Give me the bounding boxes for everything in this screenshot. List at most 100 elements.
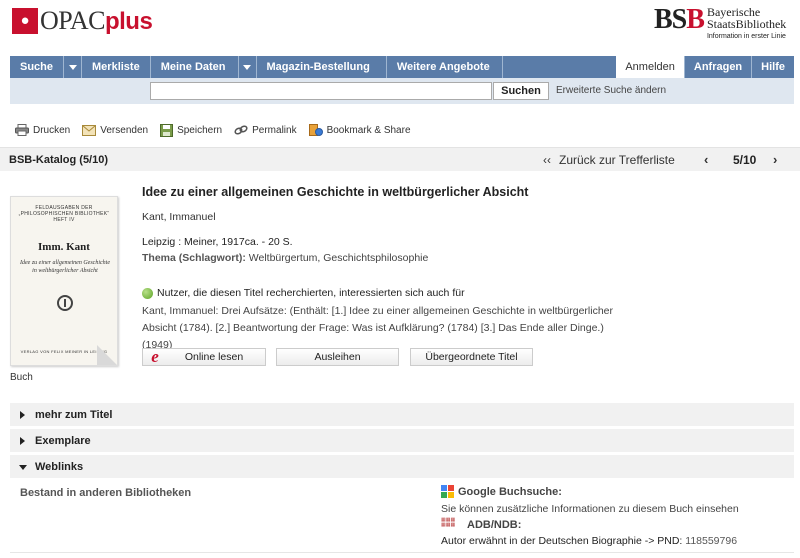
nav-weitere-label: Weitere Angebote [396,61,490,73]
recommendation-dot-icon [142,287,153,299]
google-books-title: Google Buchsuche: [458,485,562,498]
nav-hilfe-label: Hilfe [761,61,785,73]
subject-label: Thema (Schlagwort): [142,252,246,264]
envelope-icon [82,124,97,136]
nav-anfragen-label: Anfragen [693,61,743,73]
google-books-description: Sie können zusätzliche Informationen zu … [441,503,739,515]
pnd-number[interactable]: 118559796 [685,535,737,547]
record-imprint: Leipzig : Meiner, 1917ca. - 20 S. [142,236,293,248]
accordion-weblinks-label: Weblinks [35,461,84,473]
record-title: Idee zu einer allgemeinen Geschichte in … [142,185,529,199]
double-chevron-left-icon: ‹‹ [543,153,551,167]
nav-anmelden-label: Anmelden [625,61,675,73]
bookmark-share-label: Bookmark & Share [326,124,411,136]
next-record-chevron-icon[interactable]: › [773,152,777,167]
section-divider [10,552,794,553]
permalink-label: Permalink [252,124,297,136]
opacplus-logo[interactable]: ● OPACplus [12,5,153,35]
print-label: Drucken [33,124,71,136]
advanced-search-link[interactable]: Erweiterte Suche ändern [556,85,666,96]
deutsche-biographie-icon: ▦▦▦ ▦▦▦ [441,517,456,528]
recommendation-item[interactable]: Kant, Immanuel: Drei Aufsätze: (Enthält:… [142,303,622,354]
previous-record-chevron-icon[interactable]: ‹ [704,152,708,167]
opac-logo-mark-icon: ● [12,8,38,34]
cover-author-text: Imm. Kant [38,241,90,253]
cover-series-text: FELDAUSGABEN DER „PHILOSOPHISCHEN BIBLIO… [18,205,110,223]
google-books-icon [441,485,454,498]
back-to-results-link[interactable]: ‹‹ Zurück zur Trefferliste [543,153,675,167]
holdings-other-libraries-link[interactable]: Bestand in anderen Bibliotheken [20,487,191,499]
bsb-logo[interactable]: BSB Bayerische StaatsBibliothek Informat… [654,6,786,42]
back-to-results-label: Zurück zur Trefferliste [559,153,675,167]
accordion-copies-label: Exemplare [35,435,91,447]
bsb-logo-text: Bayerische StaatsBibliothek Information … [707,6,786,42]
adb-ndb-title: ADB/NDB: [467,519,522,531]
accordion-more-label: mehr zum Titel [35,409,113,421]
save-button[interactable]: Speichern [160,123,223,137]
nav-meine-daten-label: Meine Daten [160,61,226,73]
save-disk-icon [160,123,174,137]
bsb-name-line2: StaatsBibliothek [706,17,787,31]
bsb-logo-mark: BSB [654,4,705,35]
recommendations-heading: Nutzer, die diesen Titel recherchierten,… [142,287,465,299]
nav-suche[interactable]: Suche [10,56,83,78]
nav-suche-label: Suche [20,61,54,73]
e-media-icon: e [151,347,159,366]
record-pager: 5/10 [733,153,757,167]
printer-icon [15,124,29,136]
recommendations-heading-text: Nutzer, die diesen Titel recherchierten,… [157,287,465,299]
bookmark-share-button[interactable]: Bookmark & Share [308,123,411,137]
permalink-button[interactable]: Permalink [234,124,297,136]
page-curl-icon [97,345,117,365]
save-label: Speichern [177,124,223,136]
link-chain-icon [234,125,248,135]
triangle-right-icon [20,437,25,445]
accordion-more-about-title[interactable]: mehr zum Titel [10,402,794,426]
adb-ndb-description-text: Autor erwähnt in der Deutschen Biographi… [441,535,683,547]
bsb-tagline: Information in erster Linie [706,33,786,40]
record-toolbar: Drucken Versenden Speichern Permalink Bo… [15,122,423,138]
search-input[interactable] [150,82,492,100]
search-bar: Suchen Erweiterte Suche ändern [10,78,794,104]
nav-merkliste-label: Merkliste [92,61,140,73]
nav-anfragen[interactable]: Anfragen [683,56,751,78]
nav-merkliste[interactable]: Merkliste [82,56,151,78]
chevron-down-icon[interactable] [63,56,81,78]
media-type-label: Buch [10,372,33,383]
nav-anmelden[interactable]: Anmelden [616,56,684,78]
send-button[interactable]: Versenden [82,124,149,136]
online-read-label: Online lesen [184,351,244,363]
record-author[interactable]: Kant, Immanuel [142,211,216,223]
nav-hilfe[interactable]: Hilfe [751,56,794,78]
publisher-emblem-icon [57,295,73,311]
accordion-copies[interactable]: Exemplare [10,428,794,452]
triangle-right-icon [20,411,25,419]
subject-value[interactable]: Weltbürgertum, Geschichtsphilosophie [249,252,429,264]
nav-meine-daten[interactable]: Meine Daten [151,56,257,78]
search-button[interactable]: Suchen [493,82,549,100]
site-header: ● OPACplus BSB Bayerische StaatsBiblioth… [0,0,800,52]
chevron-down-icon[interactable] [237,56,256,78]
recommendation-line-1: Kant, Immanuel: Drei Aufsätze: (Enthält:… [142,305,613,317]
send-label: Versenden [100,124,149,136]
print-button[interactable]: Drucken [15,124,70,136]
loan-button[interactable]: Ausleihen [276,348,399,366]
online-read-button[interactable]: e Online lesen [142,348,266,366]
record-subject: Thema (Schlagwort): Weltbürgertum, Gesch… [142,252,428,264]
adb-ndb-description: Autor erwähnt in der Deutschen Biographi… [441,535,737,547]
adb-ndb-link[interactable]: ▦▦▦ ▦▦▦ ADB/NDB: [441,518,521,532]
opacplus-logo-text: OPACplus [40,5,153,35]
parent-title-button[interactable]: Übergeordnete Titel [410,348,533,366]
catalog-title: BSB-Katalog (5/10) [9,154,109,166]
accordion-weblinks[interactable]: Weblinks [10,454,794,478]
nav-weitere-angebote[interactable]: Weitere Angebote [387,56,503,78]
book-cover-image[interactable]: FELDAUSGABEN DER „PHILOSOPHISCHEN BIBLIO… [10,196,118,366]
nav-magazin-label: Magazin-Bestellung [266,61,370,73]
main-nav: Suche Merkliste Meine Daten Magazin-Best… [10,56,794,78]
nav-magazin-bestellung[interactable]: Magazin-Bestellung [257,56,387,78]
triangle-down-icon [19,465,27,470]
bookmark-share-icon [308,123,323,136]
google-books-link[interactable]: Google Buchsuche: [441,485,562,498]
cover-title-text: Idee zu einer allgemeinen Geschichte in … [20,260,110,274]
